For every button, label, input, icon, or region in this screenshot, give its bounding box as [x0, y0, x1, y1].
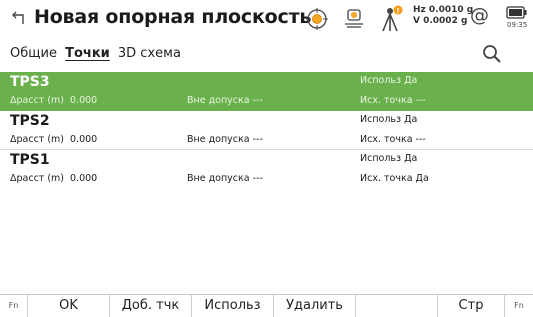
angle-readout: Hz 0.0010 g V 0.0002 g — [413, 5, 473, 27]
tab-3d-view[interactable]: 3D схема — [118, 46, 181, 61]
fn-left-button[interactable]: Fn — [0, 295, 28, 317]
tolerance-status: Вне допуска --- — [187, 134, 263, 145]
hz-value: Hz 0.0010 g — [413, 5, 474, 15]
point-name: TPS2 — [10, 113, 50, 129]
tab-bar: Общие Точки 3D схема — [10, 46, 185, 66]
empty-softkey[interactable] — [356, 295, 438, 317]
delta-distance-value: 0.000 — [70, 173, 98, 184]
prism-target-icon[interactable] — [306, 8, 328, 30]
delta-distance-label: Δрасст (m) — [10, 95, 65, 106]
point-row-tps2[interactable]: TPS2 Δрасст (m) 0.000 Вне допуска --- Ис… — [0, 111, 533, 150]
title-bar: Новая опорная плоскость ! Hz 0.0010 g V … — [0, 0, 533, 38]
delta-distance-label: Δрасст (m) — [10, 134, 65, 145]
at-symbol[interactable]: @ — [470, 4, 489, 26]
source-point-status: Исх. точка --- — [360, 95, 426, 106]
delete-button[interactable]: Удалить — [274, 295, 356, 317]
page-title: Новая опорная плоскость — [34, 6, 312, 28]
add-point-button[interactable]: Доб. тчк — [110, 295, 192, 317]
delta-distance-value: 0.000 — [70, 95, 98, 106]
delta-distance-label: Δрасст (m) — [10, 173, 65, 184]
tab-general[interactable]: Общие — [10, 46, 57, 61]
search-icon[interactable] — [482, 44, 502, 64]
page-button[interactable]: Стр — [438, 295, 505, 317]
use-status: Использ Да — [360, 75, 418, 86]
tripod-warning-icon[interactable]: ! — [378, 5, 404, 33]
instrument-level-icon[interactable] — [342, 7, 366, 31]
clock-time: 09:35 — [507, 21, 528, 29]
point-name: TPS1 — [10, 152, 50, 168]
use-status: Использ Да — [360, 153, 418, 164]
svg-text:!: ! — [396, 7, 399, 15]
point-name: TPS3 — [10, 74, 50, 90]
use-status: Использ Да — [360, 114, 418, 125]
point-row-tps1[interactable]: TPS1 Δрасст (m) 0.000 Вне допуска --- Ис… — [0, 150, 533, 188]
source-point-status: Исх. точка Да — [360, 173, 429, 184]
softkey-bar: Fn OK Доб. тчк Использ Удалить Стр Fn — [0, 294, 533, 317]
delta-distance-value: 0.000 — [70, 134, 98, 145]
fn-right-button[interactable]: Fn — [505, 295, 533, 317]
tab-points[interactable]: Точки — [65, 46, 110, 61]
points-list: TPS3 Δрасст (m) 0.000 Вне допуска --- Ис… — [0, 72, 533, 188]
tolerance-status: Вне допуска --- — [187, 95, 263, 106]
tolerance-status: Вне допуска --- — [187, 173, 263, 184]
back-arrow-icon[interactable] — [8, 8, 28, 28]
ok-button[interactable]: OK — [28, 295, 110, 317]
battery-icon — [506, 6, 527, 19]
v-value: V 0.0002 g — [413, 16, 468, 26]
point-row-tps3[interactable]: TPS3 Δрасст (m) 0.000 Вне допуска --- Ис… — [0, 72, 533, 111]
source-point-status: Исх. точка --- — [360, 134, 426, 145]
use-button[interactable]: Использ — [192, 295, 274, 317]
